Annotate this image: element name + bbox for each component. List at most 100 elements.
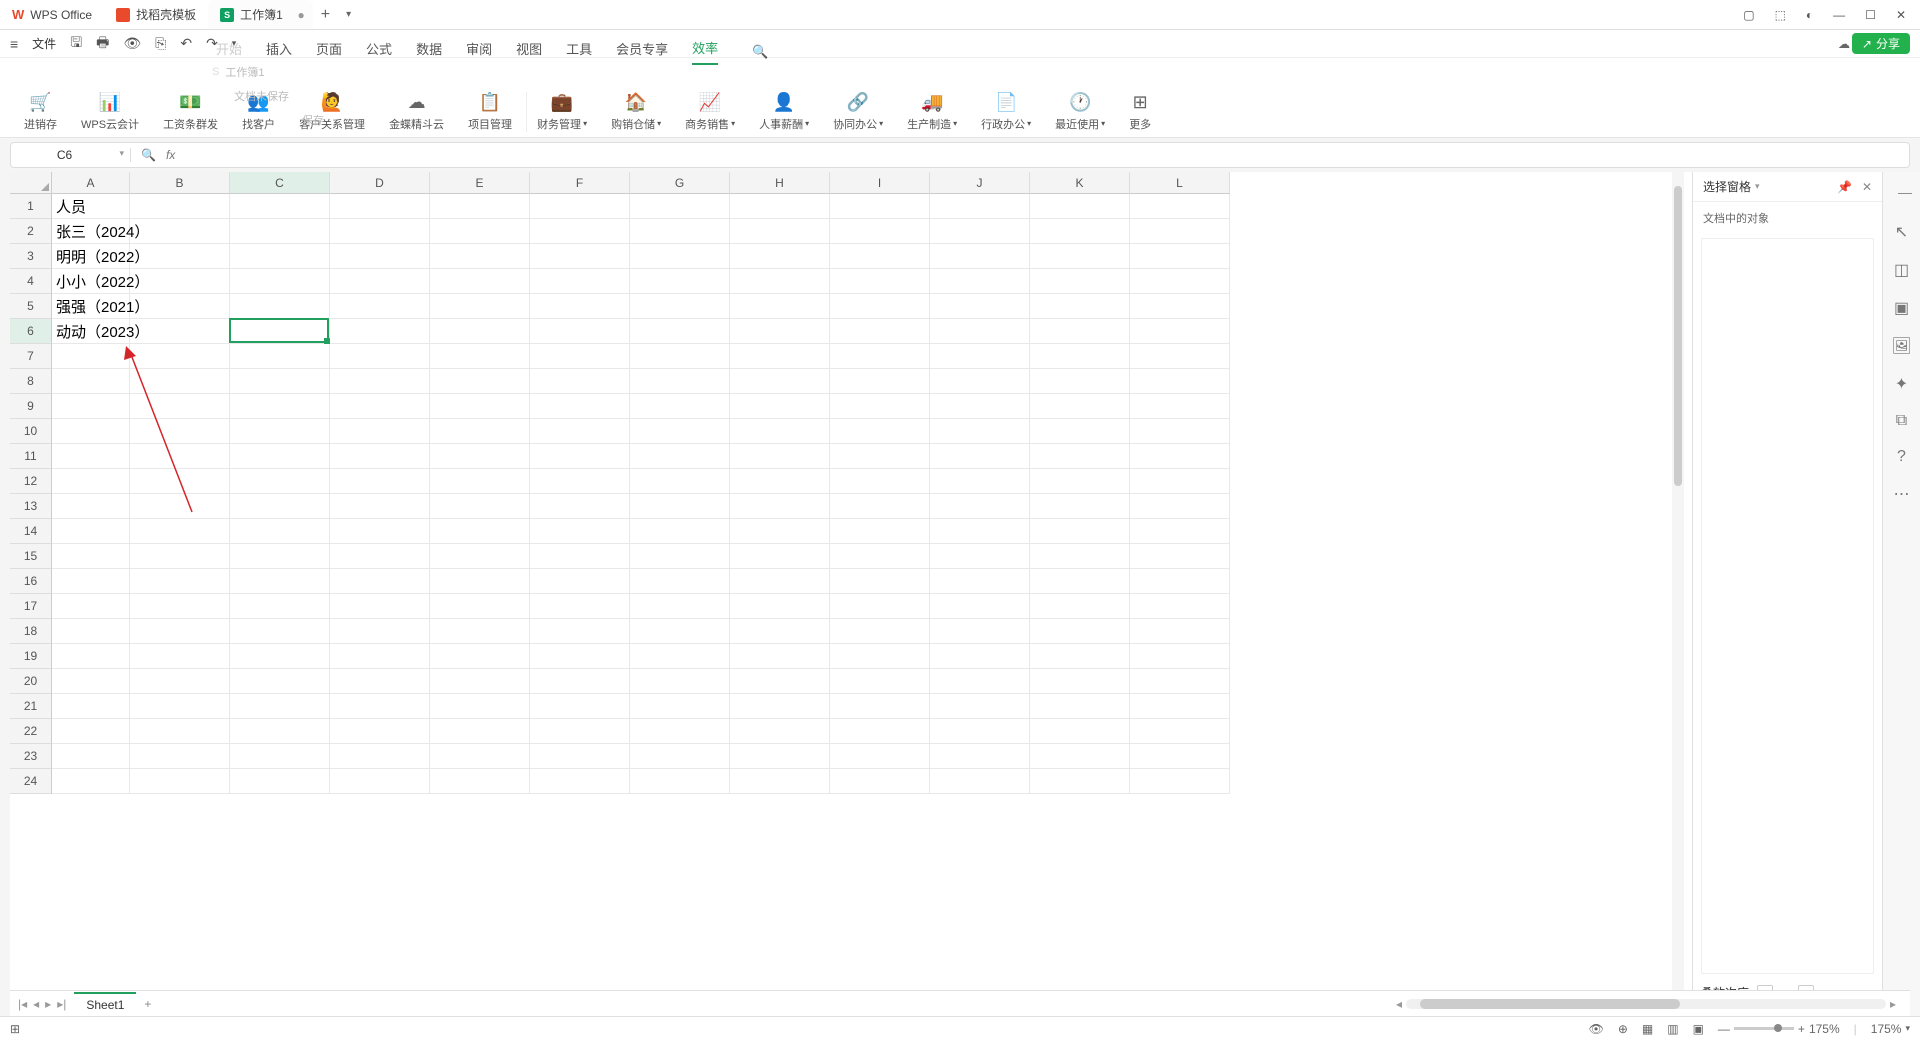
style-tool-icon[interactable]: ◫ [1894, 260, 1909, 280]
close-icon[interactable]: ● [298, 8, 305, 22]
col-header-K[interactable]: K [1030, 172, 1130, 194]
cell-G2[interactable] [630, 219, 730, 244]
cell-H21[interactable] [730, 694, 830, 719]
cell-J20[interactable] [930, 669, 1030, 694]
save-icon[interactable]: 🖫 [70, 32, 82, 56]
cell-L13[interactable] [1130, 494, 1230, 519]
cell-A13[interactable] [52, 494, 130, 519]
cell-C24[interactable] [230, 769, 330, 794]
cell-B5[interactable] [130, 294, 230, 319]
cell-D22[interactable] [330, 719, 430, 744]
cell-A7[interactable] [52, 344, 130, 369]
cell-I17[interactable] [830, 594, 930, 619]
cell-F10[interactable] [530, 419, 630, 444]
cell-C1[interactable] [230, 194, 330, 219]
cell-B11[interactable] [130, 444, 230, 469]
status-layout-icon[interactable]: ⊞ [10, 1022, 20, 1036]
cell-J9[interactable] [930, 394, 1030, 419]
sheet-nav-prev-icon[interactable]: ◂ [33, 997, 39, 1011]
minimize-icon[interactable]: — [1833, 8, 1845, 22]
cell-J4[interactable] [930, 269, 1030, 294]
cell-C16[interactable] [230, 569, 330, 594]
cell-F9[interactable] [530, 394, 630, 419]
tab-list-dropdown[interactable]: ▾ [338, 9, 359, 20]
cell-H7[interactable] [730, 344, 830, 369]
collapse-panel-icon[interactable]: — [1890, 180, 1920, 204]
cell-H19[interactable] [730, 644, 830, 669]
cell-D20[interactable] [330, 669, 430, 694]
cell-D1[interactable] [330, 194, 430, 219]
cell-B23[interactable] [130, 744, 230, 769]
cell-F21[interactable] [530, 694, 630, 719]
cell-A15[interactable] [52, 544, 130, 569]
search-icon[interactable]: 🔍 [752, 44, 768, 60]
cell-A4[interactable]: 小小（2022） [52, 269, 130, 294]
cell-E9[interactable] [430, 394, 530, 419]
cell-K24[interactable] [1030, 769, 1130, 794]
cell-I1[interactable] [830, 194, 930, 219]
cell-F16[interactable] [530, 569, 630, 594]
menu-efficiency[interactable]: 效率 [692, 38, 718, 65]
cell-I10[interactable] [830, 419, 930, 444]
cell-J21[interactable] [930, 694, 1030, 719]
cell-E24[interactable] [430, 769, 530, 794]
ribbon-购销仓储[interactable]: 🏠 购销仓储▾ [601, 92, 671, 132]
cell-B21[interactable] [130, 694, 230, 719]
cell-E17[interactable] [430, 594, 530, 619]
pin-icon[interactable]: 📌 [1837, 180, 1852, 194]
cell-F15[interactable] [530, 544, 630, 569]
row-header-17[interactable]: 17 [10, 594, 52, 619]
horizontal-scrollbar[interactable] [1406, 999, 1886, 1009]
image-tool-icon[interactable]: 🖼 [1891, 336, 1911, 356]
row-header-11[interactable]: 11 [10, 444, 52, 469]
ribbon-金蝶精斗云[interactable]: ☁ 金蝶精斗云 [379, 92, 454, 132]
cell-C22[interactable] [230, 719, 330, 744]
cell-G5[interactable] [630, 294, 730, 319]
cell-C15[interactable] [230, 544, 330, 569]
cell-E19[interactable] [430, 644, 530, 669]
sheet-nav-next-icon[interactable]: ▸ [45, 997, 51, 1011]
cell-I11[interactable] [830, 444, 930, 469]
cell-G16[interactable] [630, 569, 730, 594]
cell-A11[interactable] [52, 444, 130, 469]
cell-G17[interactable] [630, 594, 730, 619]
cell-H12[interactable] [730, 469, 830, 494]
cell-A16[interactable] [52, 569, 130, 594]
cell-J17[interactable] [930, 594, 1030, 619]
cell-C14[interactable] [230, 519, 330, 544]
cell-G19[interactable] [630, 644, 730, 669]
cell-C8[interactable] [230, 369, 330, 394]
cell-B18[interactable] [130, 619, 230, 644]
cell-G1[interactable] [630, 194, 730, 219]
cell-H2[interactable] [730, 219, 830, 244]
menu-member[interactable]: 会员专享 [616, 39, 668, 64]
cell-H14[interactable] [730, 519, 830, 544]
ribbon-WPS云会计[interactable]: 📊 WPS云会计 [71, 92, 149, 132]
cell-B3[interactable] [130, 244, 230, 269]
ribbon-生产制造[interactable]: 🚚 生产制造▾ [897, 92, 967, 132]
view-page-icon[interactable]: ▥ [1667, 1022, 1678, 1036]
cell-F8[interactable] [530, 369, 630, 394]
cell-I19[interactable] [830, 644, 930, 669]
cell-G18[interactable] [630, 619, 730, 644]
cell-F22[interactable] [530, 719, 630, 744]
cell-L10[interactable] [1130, 419, 1230, 444]
select-tool-icon[interactable]: ↖ [1895, 222, 1908, 242]
cell-K18[interactable] [1030, 619, 1130, 644]
cell-A17[interactable] [52, 594, 130, 619]
cell-L7[interactable] [1130, 344, 1230, 369]
print-quick-icon[interactable]: 🖶 [96, 32, 109, 56]
cell-D17[interactable] [330, 594, 430, 619]
cell-E23[interactable] [430, 744, 530, 769]
row-header-6[interactable]: 6 [10, 319, 52, 344]
ribbon-最近使用[interactable]: 🕐 最近使用▾ [1045, 92, 1115, 132]
cell-K21[interactable] [1030, 694, 1130, 719]
app-tab-templates[interactable]: 找稻壳模板 [104, 0, 208, 29]
row-header-22[interactable]: 22 [10, 719, 52, 744]
cell-F12[interactable] [530, 469, 630, 494]
cell-L21[interactable] [1130, 694, 1230, 719]
cell-B8[interactable] [130, 369, 230, 394]
cell-K20[interactable] [1030, 669, 1130, 694]
cell-H5[interactable] [730, 294, 830, 319]
cell-F6[interactable] [530, 319, 630, 344]
